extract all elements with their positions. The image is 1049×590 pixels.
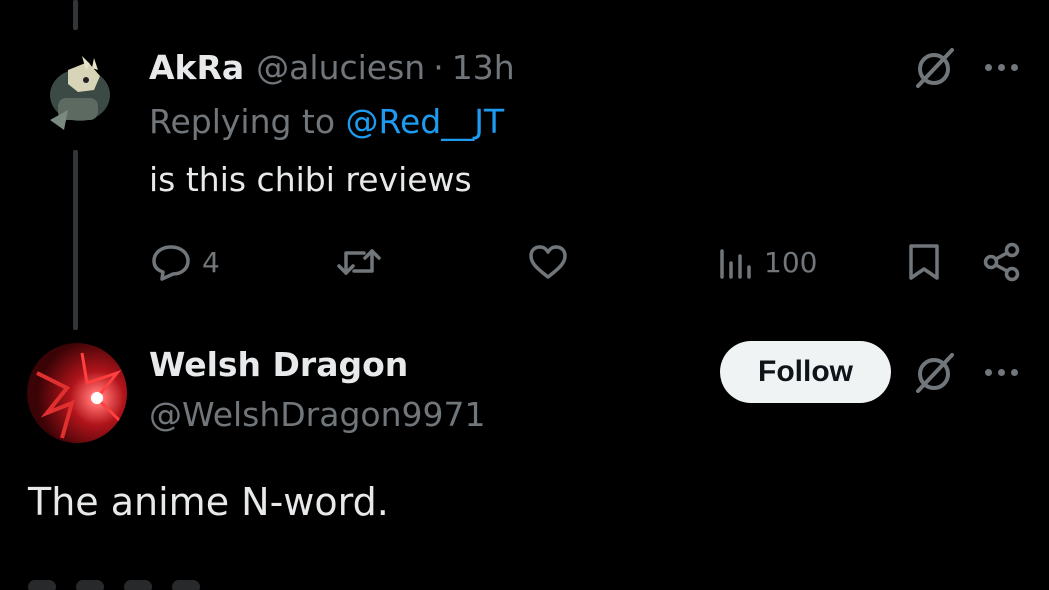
replying-to: Replying to @Red__JT [149, 102, 504, 141]
display-name[interactable]: Welsh Dragon [149, 345, 408, 384]
share-icon [982, 242, 1022, 282]
views-icon [718, 243, 754, 281]
mention-link[interactable]: @Red__JT [346, 102, 505, 141]
timestamp[interactable]: 13h [452, 48, 515, 87]
bookmark-button[interactable] [907, 242, 941, 282]
views-button[interactable]: 100 [718, 243, 817, 281]
more-icon[interactable] [985, 369, 1018, 376]
tweet-text: The anime N-word. [28, 480, 389, 524]
like-button[interactable] [527, 243, 579, 281]
more-icon[interactable] [985, 64, 1018, 71]
retweet-icon [336, 245, 382, 279]
reply-icon [150, 243, 192, 281]
display-name[interactable]: AkRa [149, 48, 244, 87]
replying-to-label: Replying to [149, 102, 346, 141]
avatar[interactable] [27, 343, 127, 443]
reply-button[interactable]: 4 [150, 243, 220, 281]
share-button[interactable] [982, 242, 1022, 282]
action-bar-partial [28, 580, 408, 590]
reply-count: 4 [202, 245, 220, 279]
thread-connector-top [73, 0, 78, 30]
handle[interactable]: @aluciesn [256, 48, 425, 87]
follow-button[interactable]: Follow [720, 341, 891, 403]
grok-icon[interactable] [912, 46, 960, 90]
separator: · [433, 47, 444, 87]
tweet-thread: AkRa @aluciesn · 13h Replying to @Red__J… [0, 0, 1049, 590]
grok-icon[interactable] [912, 351, 960, 395]
handle[interactable]: @WelshDragon9971 [149, 395, 486, 434]
like-icon [527, 243, 569, 281]
bookmark-icon [907, 242, 941, 282]
tweet-text: is this chibi reviews [149, 160, 472, 199]
thread-connector [73, 150, 78, 330]
tweet-header: AkRa @aluciesn · 13h [149, 43, 515, 91]
avatar[interactable] [28, 40, 124, 136]
view-count: 100 [764, 245, 818, 279]
retweet-button[interactable] [336, 245, 392, 279]
